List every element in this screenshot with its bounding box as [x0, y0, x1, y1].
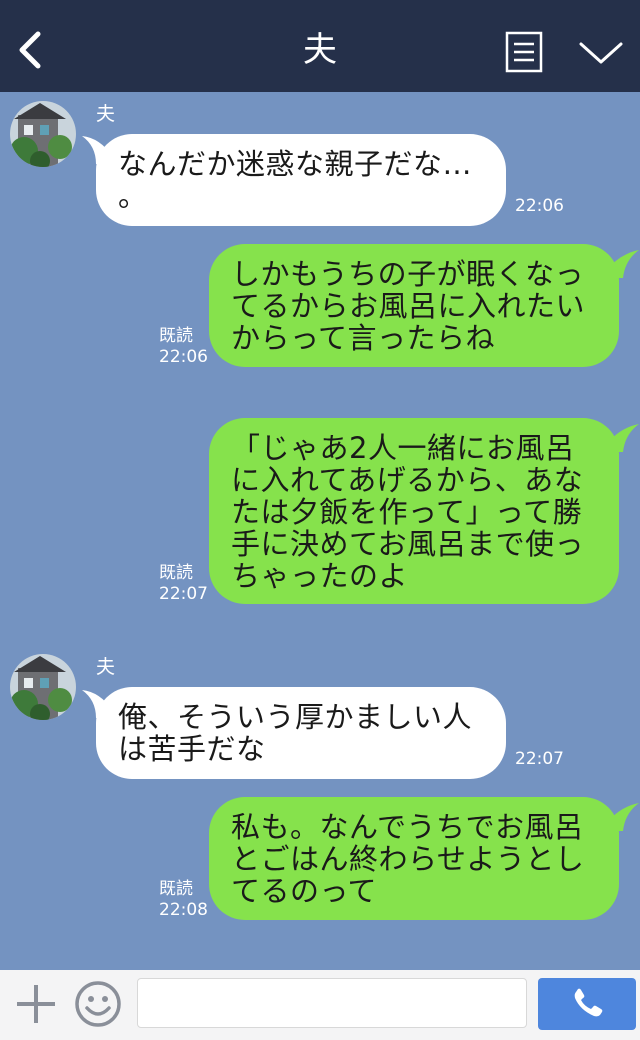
message-bubble-outgoing[interactable]: 「じゃあ2人一緒にお風呂 に入れてあげるから、あな たは夕飯を作って」って勝 手…: [209, 418, 619, 604]
message-bubble-outgoing[interactable]: 私も。なんでうちでお風呂 とごはん終わらせようとし てるのって: [209, 797, 619, 920]
chat-header: 夫: [0, 0, 640, 92]
message-meta: 既読 22:07: [159, 563, 208, 605]
message-time: 22:06: [515, 196, 564, 217]
time-label: 22:07: [515, 749, 564, 769]
sender-name: 夫: [96, 103, 116, 125]
read-status: 既読: [159, 326, 193, 346]
emoji-icon[interactable]: [74, 980, 122, 1028]
time-label: 22:08: [159, 900, 208, 920]
read-status: 既読: [159, 563, 193, 583]
chat-title: 夫: [303, 30, 337, 70]
call-button[interactable]: [538, 978, 636, 1030]
chevron-down-icon[interactable]: [578, 40, 624, 66]
plus-icon[interactable]: [14, 982, 58, 1026]
phone-icon: [574, 988, 603, 1017]
message-bubble-incoming[interactable]: 俺、そういう厚かましい人 は苦手だな: [96, 687, 506, 779]
message-input[interactable]: [137, 978, 527, 1028]
sender-name: 夫: [96, 656, 116, 678]
avatar[interactable]: [10, 101, 76, 167]
message-bubble-incoming[interactable]: なんだか迷惑な親子だな… 。: [96, 134, 506, 226]
message-time: 22:07: [515, 749, 564, 770]
message-bubble-outgoing[interactable]: しかもうちの子が眠くなっ てるからお風呂に入れたい からって言ったらね: [209, 244, 619, 367]
time-label: 22:06: [515, 196, 564, 216]
read-status: 既読: [159, 879, 193, 899]
avatar[interactable]: [10, 654, 76, 720]
message-meta: 既読 22:08: [159, 879, 208, 921]
time-label: 22:06: [159, 347, 208, 367]
message-meta: 既読 22:06: [159, 326, 208, 368]
menu-list-icon[interactable]: [505, 31, 543, 73]
time-label: 22:07: [159, 584, 208, 604]
